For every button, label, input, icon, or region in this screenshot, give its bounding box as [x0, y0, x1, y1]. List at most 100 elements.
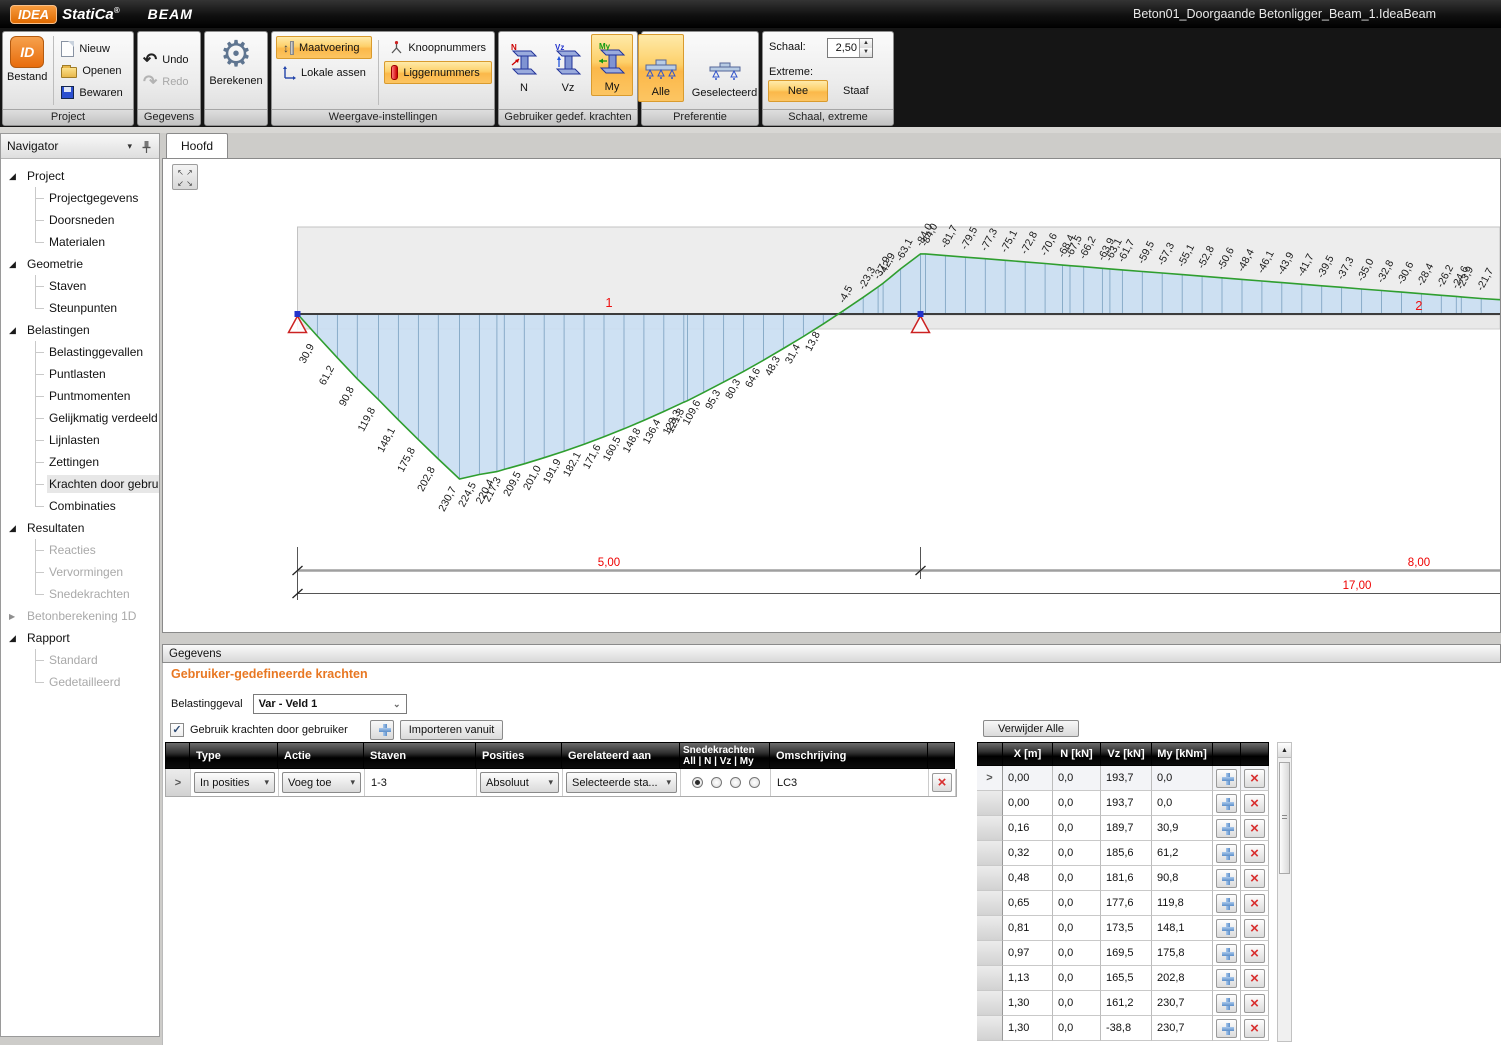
- value-row[interactable]: >0,000,0193,70,0×: [977, 766, 1269, 791]
- cell-n[interactable]: 0,0: [1053, 841, 1101, 866]
- cell-vz[interactable]: 181,6: [1101, 866, 1152, 891]
- row-selector[interactable]: [977, 991, 1003, 1016]
- delete-row-button[interactable]: ×: [1244, 944, 1265, 963]
- cell-vz[interactable]: 193,7: [1101, 791, 1152, 816]
- nav-item-gelijkmatig-verdeeld[interactable]: Gelijkmatig verdeeld: [1, 407, 159, 429]
- cell-x[interactable]: 0,97: [1003, 941, 1053, 966]
- tree-expanded-icon[interactable]: ◢: [9, 523, 25, 534]
- cell-x[interactable]: 0,65: [1003, 891, 1053, 916]
- gerelateerd-select[interactable]: Selecteerde sta...▾: [566, 772, 677, 793]
- cell-vz[interactable]: 189,7: [1101, 816, 1152, 841]
- add-row-button[interactable]: [1216, 844, 1237, 863]
- cell-n[interactable]: 0,0: [1053, 966, 1101, 991]
- spin-up-icon[interactable]: ▲: [860, 39, 872, 48]
- row-selector[interactable]: [977, 891, 1003, 916]
- scroll-up-icon[interactable]: ▲: [1278, 743, 1291, 758]
- nav-item-krachten-door-gebruiker[interactable]: Krachten door gebruiker: [1, 473, 159, 495]
- delete-row-button[interactable]: ×: [1244, 969, 1265, 988]
- row-selector[interactable]: [977, 791, 1003, 816]
- row-selector[interactable]: >: [977, 766, 1003, 791]
- row-selector[interactable]: [977, 841, 1003, 866]
- delete-row-button[interactable]: ×: [1244, 819, 1265, 838]
- value-row[interactable]: 0,970,0169,5175,8×: [977, 941, 1269, 966]
- cell-x[interactable]: 0,32: [1003, 841, 1053, 866]
- tab-hoofd[interactable]: Hoofd: [166, 133, 228, 158]
- delete-row-button[interactable]: ×: [932, 773, 952, 792]
- cell-vz[interactable]: 173,5: [1101, 916, 1152, 941]
- add-row-button[interactable]: [1216, 969, 1237, 988]
- value-table-scrollbar[interactable]: ▲: [1277, 742, 1292, 1042]
- cell-my[interactable]: 119,8: [1152, 891, 1213, 916]
- cell-my[interactable]: 30,9: [1152, 816, 1213, 841]
- importeren-vanuit-button[interactable]: Importeren vanuit: [400, 720, 504, 740]
- spin-down-icon[interactable]: ▼: [860, 48, 872, 57]
- radio-snede-vz[interactable]: [730, 777, 741, 788]
- nav-item-betonberekening-1d[interactable]: ▶Betonberekening 1D: [1, 605, 159, 627]
- berekenen-button[interactable]: ⚙ Berekenen: [205, 32, 266, 109]
- cell-my[interactable]: 148,1: [1152, 916, 1213, 941]
- add-row-button[interactable]: [1216, 894, 1237, 913]
- nav-item-zettingen[interactable]: Zettingen: [1, 451, 159, 473]
- cell-n[interactable]: 0,0: [1053, 1016, 1101, 1041]
- cell-x[interactable]: 1,13: [1003, 966, 1053, 991]
- cell-vz[interactable]: 161,2: [1101, 991, 1152, 1016]
- cell-n[interactable]: 0,0: [1053, 791, 1101, 816]
- nav-item-combinaties[interactable]: Combinaties: [1, 495, 159, 517]
- row-selector[interactable]: [977, 941, 1003, 966]
- add-row-button[interactable]: [1216, 919, 1237, 938]
- cell-x[interactable]: 1,30: [1003, 991, 1053, 1016]
- cell-n[interactable]: 0,0: [1053, 766, 1101, 791]
- staven-cell[interactable]: 1-3: [365, 769, 477, 796]
- nav-item-staven[interactable]: Staven: [1, 275, 159, 297]
- nav-item-geometrie[interactable]: ◢Geometrie: [1, 253, 159, 275]
- diagram-canvas[interactable]: 30,961,290,8119,8148,1175,8202,8230,7224…: [162, 158, 1501, 633]
- radio-snede-my[interactable]: [749, 777, 760, 788]
- nav-item-steunpunten[interactable]: Steunpunten: [1, 297, 159, 319]
- cell-vz[interactable]: 177,6: [1101, 891, 1152, 916]
- value-row[interactable]: 0,810,0173,5148,1×: [977, 916, 1269, 941]
- radio-snede-n[interactable]: [711, 777, 722, 788]
- nav-item-belastingen[interactable]: ◢Belastingen: [1, 319, 159, 341]
- radio-snede-all[interactable]: [692, 777, 703, 788]
- nav-item-gedetailleerd[interactable]: Gedetailleerd: [1, 671, 159, 693]
- tree-expanded-icon[interactable]: ◢: [9, 633, 25, 644]
- type-select[interactable]: In posities▾: [194, 772, 275, 793]
- cell-my[interactable]: 202,8: [1152, 966, 1213, 991]
- cell-my[interactable]: 0,0: [1152, 791, 1213, 816]
- nav-item-reacties[interactable]: Reacties: [1, 539, 159, 561]
- delete-row-button[interactable]: ×: [1244, 994, 1265, 1013]
- value-row[interactable]: 1,130,0165,5202,8 ×: [977, 966, 1269, 991]
- alle-toggle[interactable]: Alle: [638, 34, 684, 102]
- delete-row-button[interactable]: ×: [1244, 919, 1265, 938]
- add-row-button[interactable]: [1216, 794, 1237, 813]
- cell-x[interactable]: 1,30: [1003, 1016, 1053, 1041]
- cell-my[interactable]: 0,0: [1152, 766, 1213, 791]
- cell-vz[interactable]: 185,6: [1101, 841, 1152, 866]
- nav-item-rapport[interactable]: ◢Rapport: [1, 627, 159, 649]
- add-force-row-button[interactable]: [370, 720, 394, 740]
- value-row[interactable]: 1,300,0-38,8230,7×: [977, 1016, 1269, 1041]
- nav-item-puntlasten[interactable]: Puntlasten: [1, 363, 159, 385]
- row-selector[interactable]: [977, 866, 1003, 891]
- cell-x[interactable]: 0,16: [1003, 816, 1053, 841]
- cell-n[interactable]: 0,0: [1053, 866, 1101, 891]
- extreme-nee-toggle[interactable]: Nee: [768, 80, 828, 102]
- bewaren-button[interactable]: Bewaren: [56, 82, 127, 104]
- cell-vz[interactable]: 165,5: [1101, 966, 1152, 991]
- undo-button[interactable]: ↶ Undo: [138, 49, 200, 71]
- pin-icon[interactable]: [142, 140, 151, 153]
- cell-x[interactable]: 0,81: [1003, 916, 1053, 941]
- add-row-button[interactable]: [1216, 994, 1237, 1013]
- cell-vz[interactable]: 193,7: [1101, 766, 1152, 791]
- delete-row-button[interactable]: ×: [1244, 1019, 1265, 1038]
- tree-expanded-icon[interactable]: ◢: [9, 325, 25, 336]
- bestand-button[interactable]: ID Bestand: [3, 32, 51, 109]
- cell-x[interactable]: 0,48: [1003, 866, 1053, 891]
- nav-item-snedekrachten[interactable]: Snedekrachten: [1, 583, 159, 605]
- row-selector[interactable]: [977, 1016, 1003, 1041]
- value-row[interactable]: 0,480,0181,690,8×: [977, 866, 1269, 891]
- maatvoering-toggle[interactable]: ↕ Maatvoering: [276, 36, 372, 59]
- cell-vz[interactable]: -38,8: [1101, 1016, 1152, 1041]
- force-table-row[interactable]: > In posities▾ Voeg toe▾ 1-3 Absoluut▾ S…: [165, 769, 957, 797]
- value-row[interactable]: 0,000,0193,70,0×: [977, 791, 1269, 816]
